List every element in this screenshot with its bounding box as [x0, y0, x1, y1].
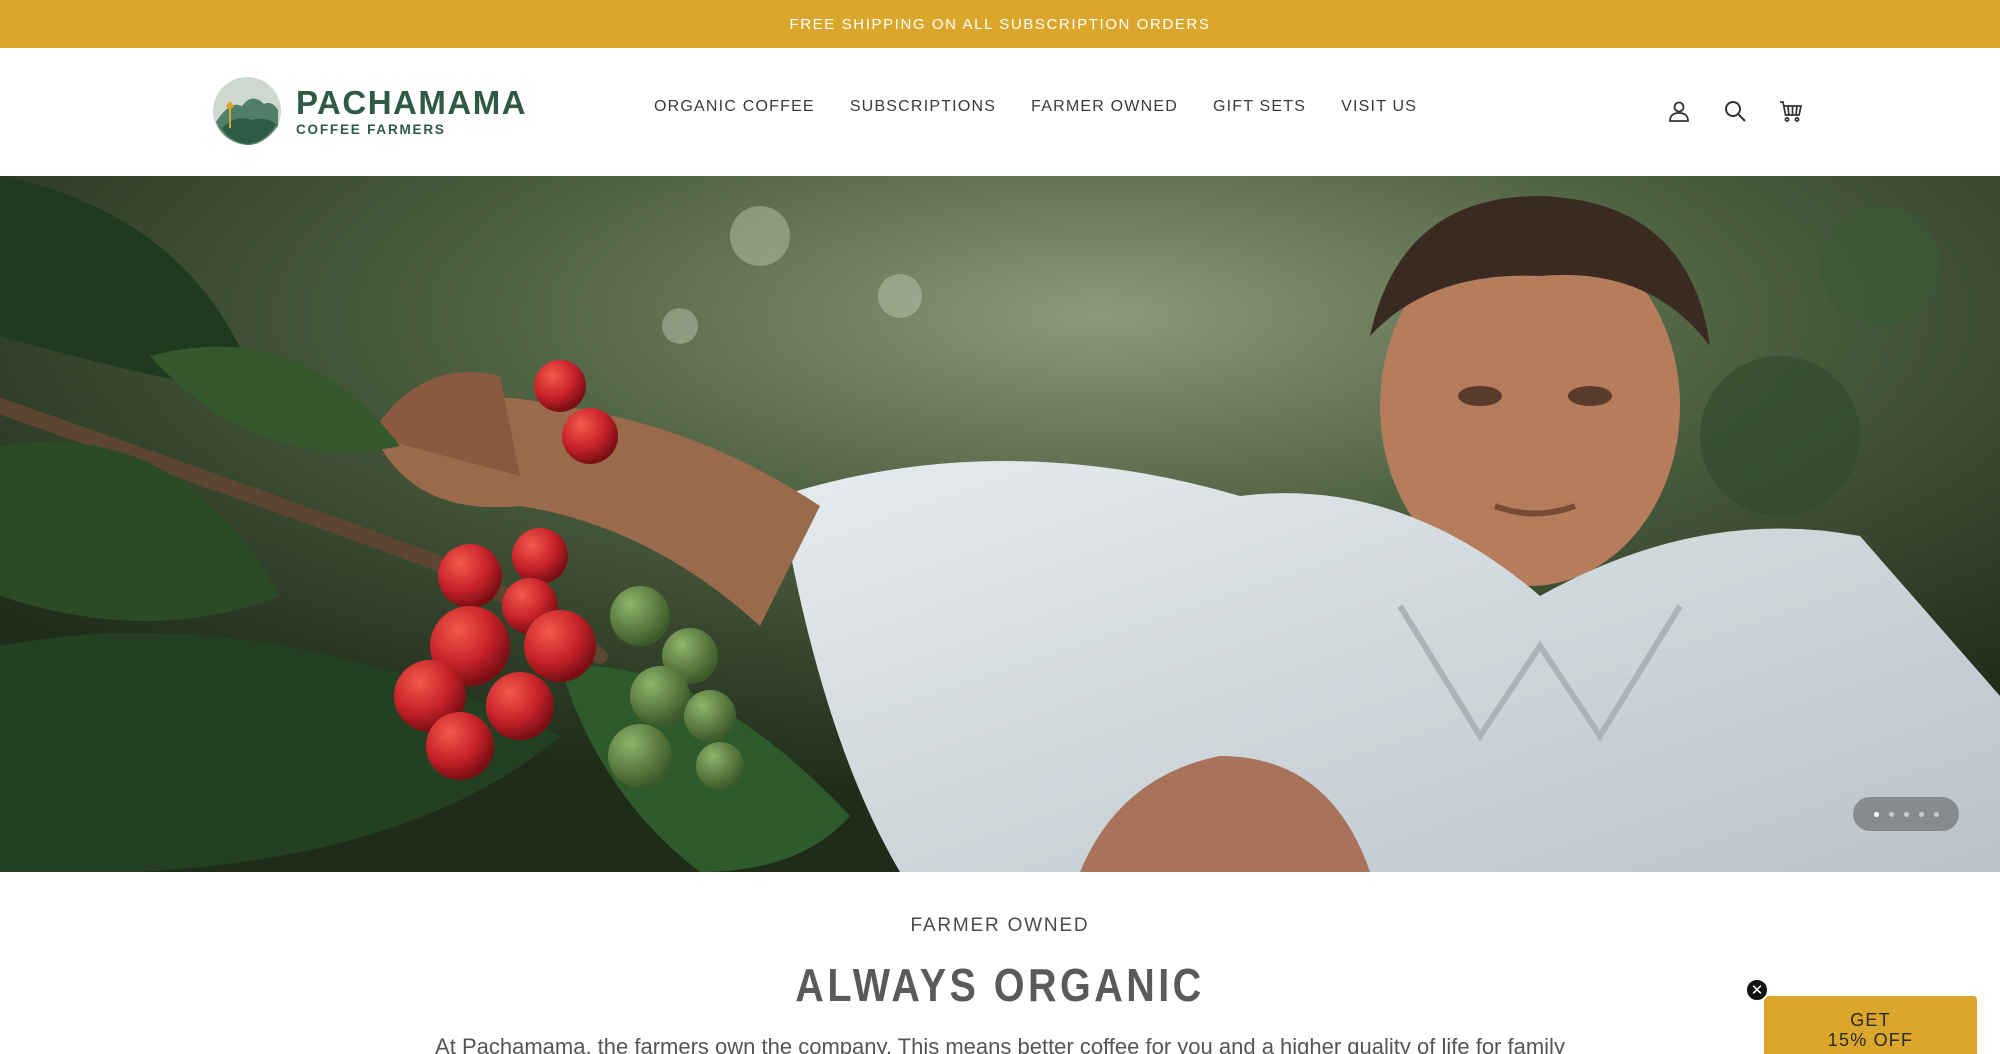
nav-item-gift-sets[interactable]: GIFT SETS [1213, 98, 1306, 116]
section-eyebrow: FARMER OWNED [910, 915, 1090, 936]
announcement-text: FREE SHIPPING ON ALL SUBSCRIPTION ORDERS [789, 15, 1211, 33]
discount-promo-tab[interactable]: GET 15% OFF [1764, 996, 1977, 1054]
brand-name: PACHAMAMA [296, 83, 528, 121]
nav-item-organic-coffee[interactable]: ORGANIC COFFEE [654, 98, 815, 116]
nav-item-subscriptions[interactable]: SUBSCRIPTIONS [850, 98, 996, 116]
header-icons [1666, 98, 1804, 124]
close-icon[interactable]: ✕ [1745, 978, 1769, 1002]
account-icon[interactable] [1666, 98, 1692, 124]
hero-image [0, 176, 2000, 872]
promo-line-2: 15% OFF [1827, 1030, 1914, 1050]
site-header: PACHAMAMA COFFEE FARMERS ORGANIC COFFEE … [0, 48, 2000, 176]
promo-line-1: GET [1850, 1010, 1891, 1030]
main-nav: ORGANIC COFFEE SUBSCRIPTIONS FARMER OWNE… [654, 98, 1417, 116]
hero-slideshow[interactable] [0, 176, 2000, 872]
slideshow-dots [1853, 797, 1959, 831]
slide-dot-5[interactable] [1933, 811, 1939, 817]
section-heading: ALWAYS ORGANIC [795, 959, 1205, 1011]
brand-logo[interactable]: PACHAMAMA COFFEE FARMERS [212, 76, 527, 146]
search-icon[interactable] [1722, 98, 1748, 124]
cart-icon[interactable] [1778, 98, 1804, 124]
nav-item-farmer-owned[interactable]: FARMER OWNED [1031, 98, 1178, 116]
slide-dot-1[interactable] [1873, 811, 1879, 817]
announcement-bar: FREE SHIPPING ON ALL SUBSCRIPTION ORDERS [0, 0, 2000, 48]
nav-item-visit-us[interactable]: VISIT US [1341, 98, 1417, 116]
slide-dot-3[interactable] [1903, 811, 1909, 817]
slide-dot-4[interactable] [1918, 811, 1924, 817]
brand-tagline: COFFEE FARMERS [296, 121, 446, 137]
logo-mark-icon [213, 77, 281, 146]
slide-dot-2[interactable] [1888, 811, 1894, 817]
section-body: At Pachamama, the farmers own the compan… [435, 1034, 1565, 1054]
